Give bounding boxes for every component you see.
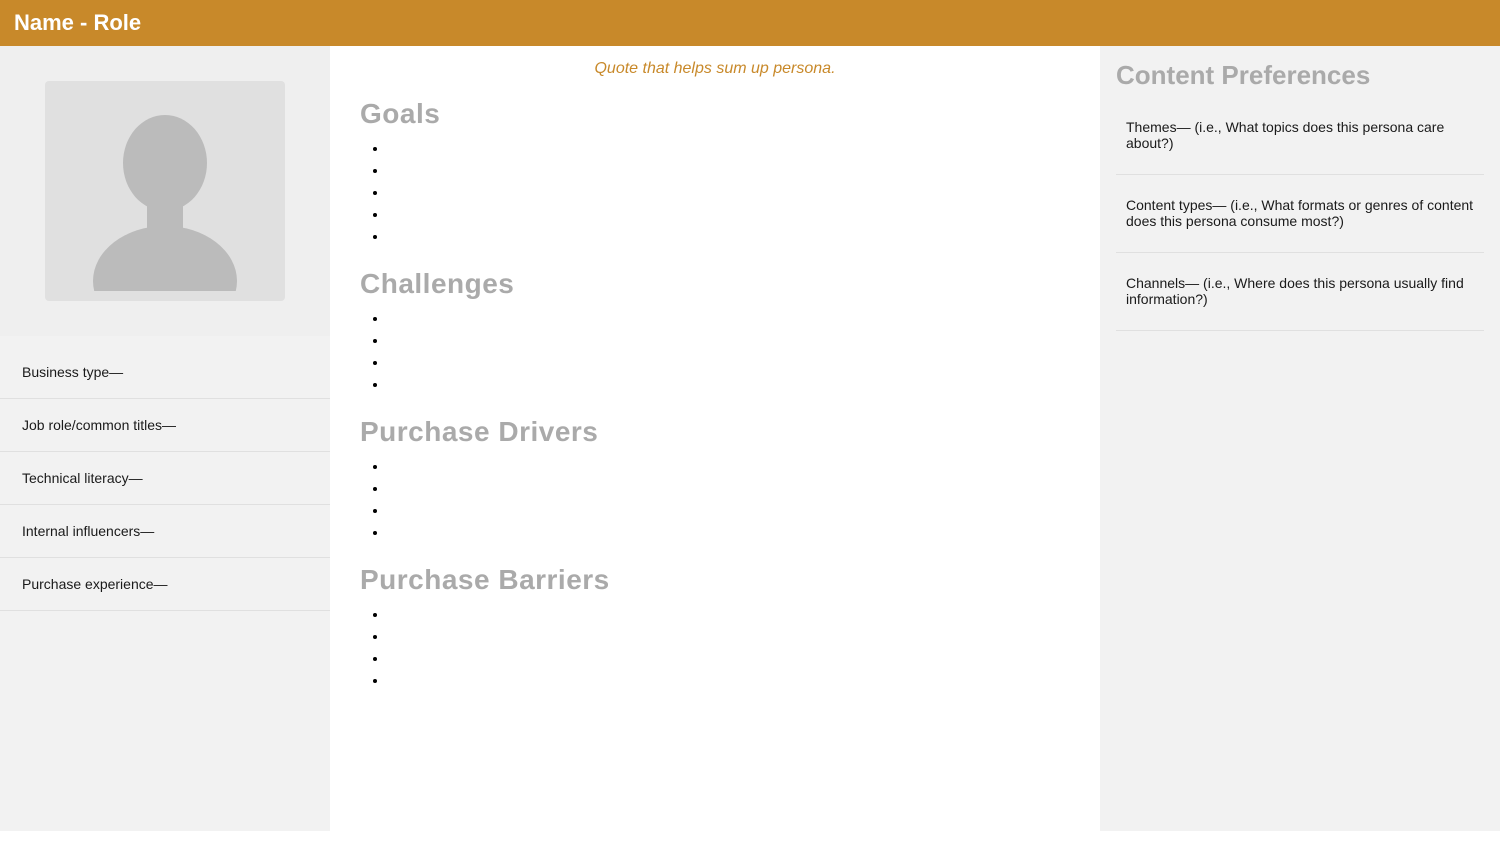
content-preferences-title: Content Preferences: [1116, 60, 1484, 91]
list-item: [388, 458, 1070, 474]
purchase-drivers-list: [388, 458, 1070, 540]
list-item: [388, 310, 1070, 326]
persona-quote: Quote that helps sum up persona.: [360, 60, 1070, 78]
main-layout: Business type— Job role/common titles— T…: [0, 46, 1500, 831]
right-sidebar: Content Preferences Themes— (i.e., What …: [1100, 46, 1500, 831]
list-item: [388, 628, 1070, 644]
list-item: Purchase experience—: [0, 558, 330, 611]
left-sidebar: Business type— Job role/common titles— T…: [0, 46, 330, 831]
list-item: Job role/common titles—: [0, 399, 330, 452]
challenges-list: [388, 310, 1070, 392]
goals-title: Goals: [360, 98, 1070, 130]
pref-content-types: Content types— (i.e., What formats or ge…: [1116, 183, 1484, 253]
pref-themes: Themes— (i.e., What topics does this per…: [1116, 105, 1484, 175]
sidebar-info-list: Business type— Job role/common titles— T…: [0, 336, 330, 831]
list-item: [388, 376, 1070, 392]
list-item: [388, 650, 1070, 666]
page-title: Name - Role: [14, 10, 1486, 36]
list-item: [388, 606, 1070, 622]
list-item: Internal influencers—: [0, 505, 330, 558]
challenges-title: Challenges: [360, 268, 1070, 300]
challenges-section: Challenges: [360, 268, 1070, 392]
avatar-container: [0, 46, 330, 336]
list-item: [388, 672, 1070, 688]
list-item: [388, 332, 1070, 348]
list-item: [388, 162, 1070, 178]
list-item: [388, 184, 1070, 200]
avatar-silhouette-icon: [65, 91, 265, 291]
purchase-barriers-list: [388, 606, 1070, 688]
goals-list: [388, 140, 1070, 244]
goals-section: Goals: [360, 98, 1070, 244]
list-item: [388, 228, 1070, 244]
page-header: Name - Role: [0, 0, 1500, 46]
list-item: [388, 206, 1070, 222]
list-item: [388, 502, 1070, 518]
list-item: [388, 524, 1070, 540]
list-item: [388, 480, 1070, 496]
purchase-drivers-title: Purchase Drivers: [360, 416, 1070, 448]
center-column: Quote that helps sum up persona. Goals C…: [330, 46, 1100, 831]
purchase-drivers-section: Purchase Drivers: [360, 416, 1070, 540]
purchase-barriers-title: Purchase Barriers: [360, 564, 1070, 596]
list-item: [388, 354, 1070, 370]
list-item: Business type—: [0, 346, 330, 399]
list-item: Technical literacy—: [0, 452, 330, 505]
pref-channels: Channels— (i.e., Where does this persona…: [1116, 261, 1484, 331]
purchase-barriers-section: Purchase Barriers: [360, 564, 1070, 688]
avatar: [45, 81, 285, 301]
list-item: [388, 140, 1070, 156]
